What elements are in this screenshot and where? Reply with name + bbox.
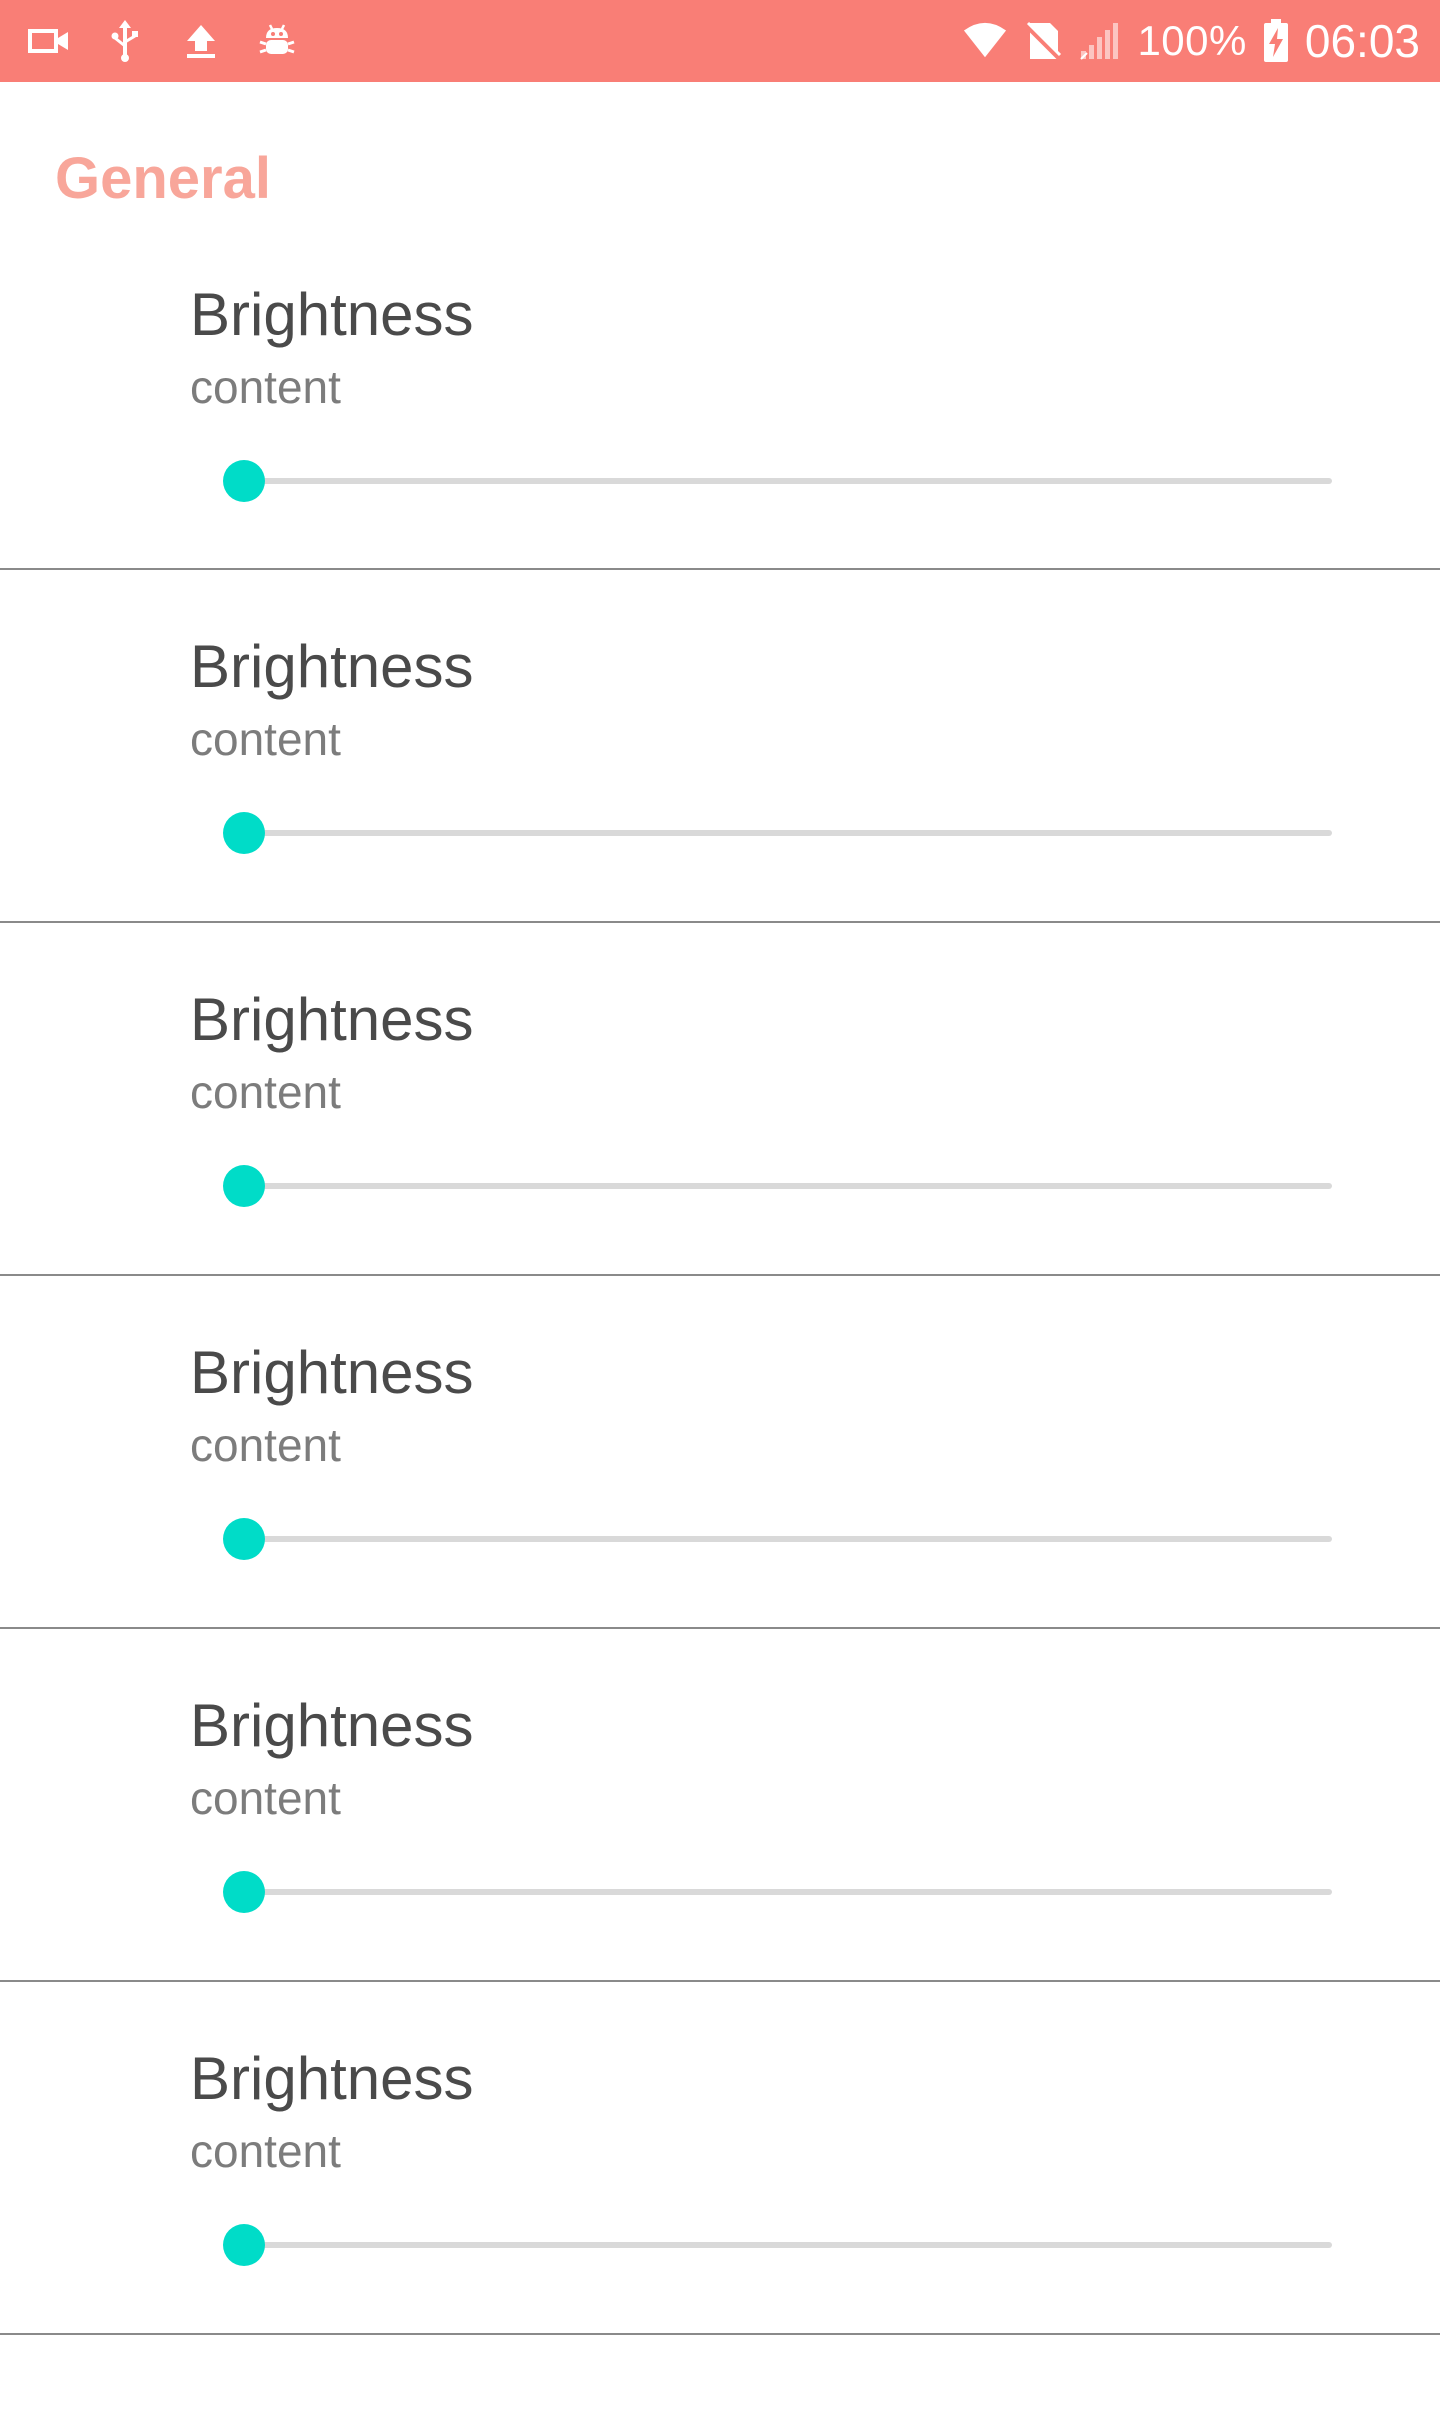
brightness-slider-track[interactable]	[244, 478, 1332, 484]
brightness-slider-thumb[interactable]	[223, 1871, 265, 1913]
preference-item[interactable]: Brightness content	[0, 570, 1440, 923]
upload-icon	[180, 20, 222, 62]
preference-list: Brightness content Brightness content Br…	[0, 218, 1440, 2335]
status-bar-right: 100% 06:03	[963, 0, 1420, 82]
brightness-slider-thumb[interactable]	[223, 460, 265, 502]
android-debug-icon	[256, 20, 298, 62]
preference-item[interactable]: Brightness content	[0, 1276, 1440, 1629]
brightness-slider-track[interactable]	[244, 1183, 1332, 1189]
status-bar: 100% 06:03	[0, 0, 1440, 82]
brightness-slider-track[interactable]	[244, 830, 1332, 836]
brightness-slider-thumb[interactable]	[223, 812, 265, 854]
no-sim-icon	[1021, 19, 1065, 63]
preference-title: Brightness	[190, 2045, 474, 2112]
brightness-slider-thumb[interactable]	[223, 2224, 265, 2266]
brightness-slider-track[interactable]	[244, 1889, 1332, 1895]
preference-title: Brightness	[190, 1692, 474, 1759]
wifi-icon	[963, 19, 1007, 63]
preference-summary: content	[190, 361, 341, 413]
preference-summary: content	[190, 1066, 341, 1118]
brightness-slider-track[interactable]	[244, 2242, 1332, 2248]
video-camera-icon	[28, 20, 70, 62]
preference-title: Brightness	[190, 633, 474, 700]
battery-charging-icon	[1261, 19, 1291, 63]
brightness-slider-thumb[interactable]	[223, 1165, 265, 1207]
status-bar-left	[28, 0, 298, 82]
preference-title: Brightness	[190, 986, 474, 1053]
preference-item[interactable]: Brightness content	[0, 1629, 1440, 1982]
usb-icon	[104, 20, 146, 62]
preference-item[interactable]: Brightness content	[0, 218, 1440, 570]
preference-title: Brightness	[190, 281, 474, 348]
brightness-slider-track[interactable]	[244, 1536, 1332, 1542]
preference-item[interactable]: Brightness content	[0, 1982, 1440, 2335]
clock: 06:03	[1304, 15, 1420, 67]
preference-summary: content	[190, 2125, 341, 2177]
preference-title: Brightness	[190, 1339, 474, 1406]
preference-summary: content	[190, 713, 341, 765]
preference-item[interactable]: Brightness content	[0, 923, 1440, 1276]
preference-summary: content	[190, 1419, 341, 1471]
signal-strength-icon	[1079, 19, 1123, 63]
brightness-slider-thumb[interactable]	[223, 1518, 265, 1560]
battery-percent: 100%	[1137, 17, 1247, 64]
section-header-general: General	[55, 146, 271, 211]
preference-summary: content	[190, 1772, 341, 1824]
